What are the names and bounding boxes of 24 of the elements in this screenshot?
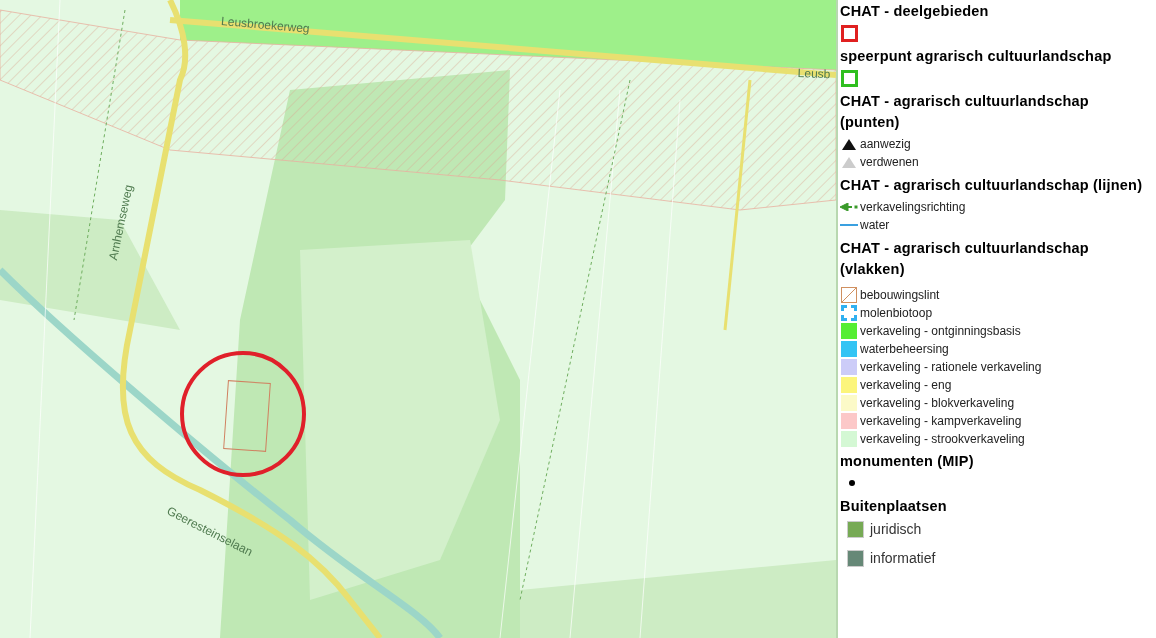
legend-heading: CHAT - agrarisch cultuurlandschap (punten)	[840, 92, 1090, 132]
legend-heading: speerpunt agrarisch cultuurlandschap	[840, 47, 1113, 66]
legend-label: juridisch	[870, 520, 922, 539]
legend-label: bebouwingslint	[860, 289, 940, 301]
legend-label: verkaveling - blokverkaveling	[860, 397, 1015, 409]
legend-label: molenbiotoop	[860, 307, 933, 319]
legend-label: waterbeheersing	[860, 343, 949, 355]
legend-label: aanwezig	[860, 138, 911, 150]
legend-label: verkaveling - eng	[860, 379, 952, 391]
legend-heading: CHAT - agrarisch cultuurlandschap (vlakken)	[840, 239, 1090, 279]
legend-label: verkaveling - rationele verkaveling	[860, 361, 1042, 373]
legend-label: verkaveling - strookverkaveling	[860, 433, 1025, 445]
legend-label: verdwenen	[860, 156, 919, 168]
legend-heading: CHAT - deelgebieden	[840, 2, 990, 21]
road-label: Leusb	[797, 65, 831, 84]
legend-label: water	[860, 219, 890, 231]
legend-label: verkaveling - ontginningsbasis	[860, 325, 1021, 337]
legend-label: informatief	[870, 549, 936, 568]
road-label: Leusbroekerweg	[220, 13, 311, 38]
legend-heading: CHAT - agrarisch cultuurlandschap (lijnen)	[840, 176, 1144, 195]
legend-heading: monumenten (MIP)	[840, 452, 975, 471]
legend-label: verkaveling - kampverkaveling	[860, 415, 1022, 427]
legend-heading: Buitenplaatsen	[840, 497, 948, 516]
legend-label: verkavelingsrichting	[860, 201, 966, 213]
